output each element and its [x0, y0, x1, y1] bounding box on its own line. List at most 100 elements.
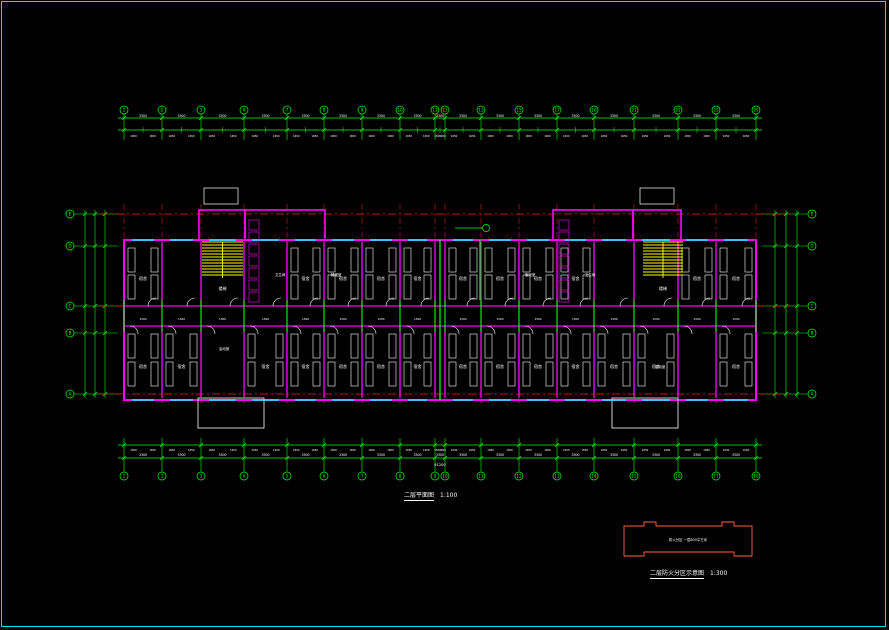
bottom-axis-bubble-label: 5 [286, 474, 289, 479]
bed-north [560, 274, 569, 300]
key-plan-title: 二层防火分区示意图 1:300 [650, 568, 728, 579]
bottom-sub-dim-text: 1650 [487, 448, 494, 452]
bed-south [403, 333, 412, 359]
top-axis-bubble-label: 15 [516, 108, 522, 113]
bottom-sub-dim-text: 1650 [451, 448, 458, 452]
bottom-axis-bubble-label: 3 [200, 474, 203, 479]
bed-north [704, 247, 713, 273]
bottom-dim-text: 3300 [413, 453, 421, 457]
corridor-dim-text: 1500 [652, 317, 659, 321]
bottom-dim-text: 3300 [459, 453, 467, 457]
cad-viewport[interactable]: 1 2 3 4 7 8 9 10 11 12 13 15 17 18 21 22 23 25 3300 1650 165… [0, 0, 889, 630]
room-label-duty: 值班室 [525, 272, 536, 277]
right-toilet-block [552, 209, 634, 241]
bed-north [403, 274, 412, 300]
bottom-axis-bubble-label: 18 [753, 474, 759, 479]
room-label-dorm: 宿舍 [339, 363, 347, 369]
bed-north [312, 274, 321, 300]
left-toilet-block [244, 209, 326, 241]
bed-north [704, 274, 713, 300]
bottom-axis-bubble-label: 7 [361, 474, 364, 479]
bottom-sub-dim-text: 1650 [405, 448, 412, 452]
bed-south [290, 361, 299, 387]
top-axis-bubble-label: 12 [442, 108, 448, 113]
bed-north [423, 274, 432, 300]
bed-south [127, 361, 136, 387]
room-label-activity: 活动室 [655, 364, 666, 369]
door-swing [249, 325, 259, 335]
bottom-sub-dim-text: 1650 [525, 448, 532, 452]
room-label-dorm: 宿舍 [732, 363, 740, 369]
bed-north [448, 247, 457, 273]
room-label-dorm: 宿舍 [414, 363, 422, 369]
bed-north [388, 247, 397, 273]
bed-north [365, 247, 374, 273]
bed-north [522, 274, 531, 300]
top-axis-bubble-label: 10 [397, 108, 403, 113]
top-dim-text: 3300 [413, 114, 421, 118]
top-sub-dim-text: 1650 [544, 134, 551, 138]
bed-south [165, 361, 174, 387]
bottom-axis-bubble-label: 17 [713, 474, 719, 479]
bed-north [423, 247, 432, 273]
bed-north [150, 247, 159, 273]
top-sub-dim-text: 1650 [506, 134, 513, 138]
room-label-dorm: 宿舍 [459, 363, 467, 369]
bed-south [247, 333, 256, 359]
door-swing [367, 325, 377, 335]
bed-south [622, 361, 631, 387]
room-label-dorm: 宿舍 [139, 363, 147, 369]
bed-south [365, 333, 374, 359]
bottom-sub-dim-text: 1650 [563, 448, 570, 452]
door-swing [272, 297, 282, 307]
top-dim-text: 3300 [139, 114, 147, 118]
left-roof-canopy [203, 187, 239, 205]
bottom-sub-dim-text: 1650 [349, 448, 356, 452]
key-plan-title-text: 二层防火分区示意图 [650, 570, 705, 579]
top-sub-dim-text: 1650 [130, 134, 137, 138]
bed-south [350, 361, 359, 387]
top-sub-dim-text: 1650 [273, 134, 280, 138]
bottom-dim-text: 3300 [496, 453, 504, 457]
bed-south [560, 333, 569, 359]
section-marker [482, 224, 490, 232]
key-plan-title-scale: 1:300 [710, 570, 728, 577]
top-sub-dim-text: 1650 [330, 134, 337, 138]
bed-north [290, 274, 299, 300]
room-label-toilet: 卫生间 [275, 272, 286, 277]
corridor-dim-text: 1500 [732, 317, 739, 321]
bed-north [507, 247, 516, 273]
bottom-sub-dim-text: 1650 [506, 448, 513, 452]
bottom-dim-text: 3300 [610, 453, 618, 457]
door-swing [405, 325, 415, 335]
bed-north [327, 247, 336, 273]
bed-south [312, 361, 321, 387]
bed-north [469, 247, 478, 273]
door-swing [562, 325, 572, 335]
bed-north [545, 274, 554, 300]
corridor-dim-text: 1500 [459, 317, 466, 321]
bed-south [622, 333, 631, 359]
bottom-axis-bubble-label: 13 [554, 474, 560, 479]
top-dim-text: 3300 [436, 114, 444, 118]
room-label-dorm: 宿舍 [377, 363, 385, 369]
bottom-axis-bubble-label: 15 [631, 474, 637, 479]
top-sub-dim-text: 1650 [311, 134, 318, 138]
bed-north [127, 247, 136, 273]
top-dim-text: 3300 [377, 114, 385, 118]
corridor-dim-text: 1500 [139, 317, 146, 321]
top-sub-dim-text: 1650 [469, 134, 476, 138]
bottom-sub-dim-text: 1650 [544, 448, 551, 452]
top-sub-dim-text: 1650 [439, 134, 446, 138]
top-axis-bubble-label: 25 [753, 108, 759, 113]
room-label-dorm: 宿舍 [178, 363, 186, 369]
bed-south [507, 361, 516, 387]
toilet-cubicle [558, 267, 570, 279]
corridor-dim-text: 1500 [572, 317, 579, 321]
bed-south [165, 333, 174, 359]
bed-south [719, 361, 728, 387]
right-axis-bubble-label: D [810, 244, 813, 249]
bed-north [744, 247, 753, 273]
right-roof-canopy [639, 187, 675, 205]
floor-plan-drawing[interactable]: 1 2 3 4 7 8 9 10 11 12 13 15 17 18 21 22 23 2533001650 165… [0, 0, 889, 630]
